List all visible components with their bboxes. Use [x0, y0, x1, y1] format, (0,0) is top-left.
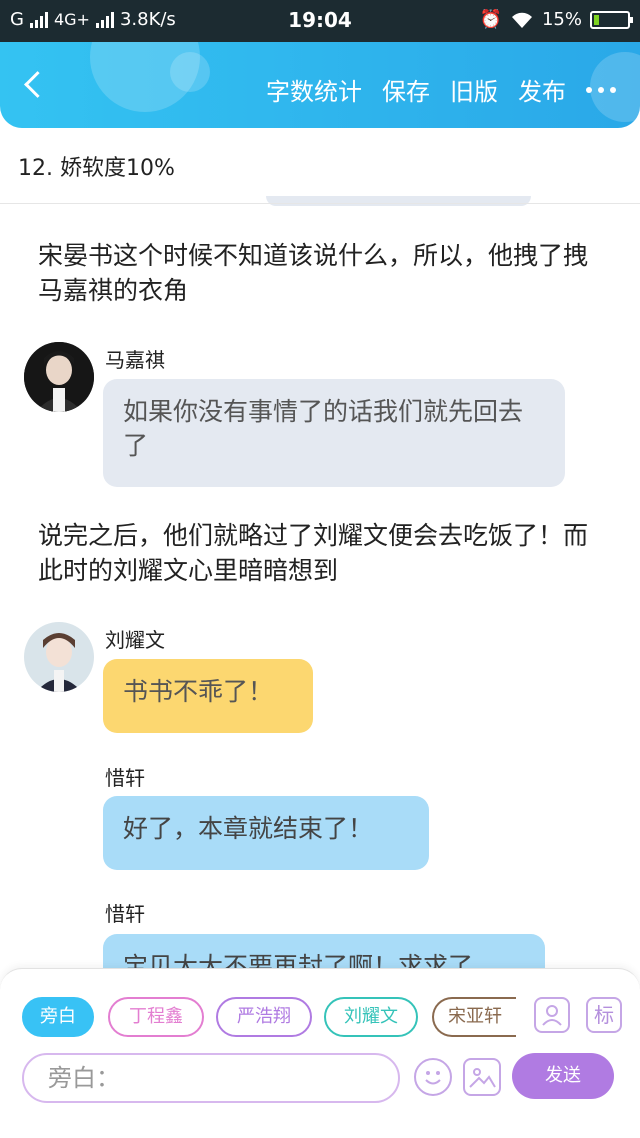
word-count-button[interactable]: 字数统计 [266, 72, 362, 107]
publish-button[interactable]: 发布 [518, 72, 566, 107]
emoji-icon[interactable] [414, 1058, 452, 1096]
message-bubble[interactable]: 好了，本章就结束了！ [103, 796, 429, 870]
chip-narration[interactable]: 旁白 [22, 997, 94, 1037]
decorative-bubble [170, 52, 210, 92]
old-version-button[interactable]: 旧版 [450, 72, 498, 107]
character-icon[interactable] [534, 997, 570, 1033]
mark-icon[interactable]: 标 [586, 997, 622, 1033]
chip-character[interactable]: 刘耀文 [324, 997, 418, 1037]
narration-text[interactable]: 宋晏书这个时候不知道该说什么，所以，他拽了拽马嘉祺的衣角 [38, 238, 604, 308]
image-icon[interactable] [463, 1058, 501, 1096]
chip-character[interactable]: 丁程鑫 [108, 997, 204, 1037]
speaker-name: 马嘉祺 [105, 348, 165, 372]
battery-percent: 15% [541, 9, 582, 30]
narration-text[interactable]: 说完之后，他们就略过了刘耀文便会去吃饭了！而此时的刘耀文心里暗暗想到 [38, 518, 604, 588]
composer-panel: 旁白 丁程鑫 严浩翔 刘耀文 宋亚轩 标 旁白： 发送 [0, 968, 640, 1138]
avatar [24, 342, 94, 412]
chapter-title[interactable]: 12. 娇软度10% [18, 150, 175, 182]
editor-header: 字数统计 保存 旧版 发布 [0, 42, 640, 128]
chip-character[interactable]: 宋亚轩 [432, 997, 516, 1037]
send-button[interactable]: 发送 [512, 1053, 614, 1099]
more-icon[interactable] [586, 78, 616, 102]
status-bar: G 4G+ 3.8K/s 19:04 ⏰ 15% [0, 0, 640, 42]
speaker-name: 惜轩 [105, 902, 145, 926]
save-button[interactable]: 保存 [382, 72, 430, 107]
speaker-name: 刘耀文 [105, 628, 165, 652]
alarm-icon: ⏰ [479, 9, 502, 30]
previous-bubble-edge [266, 196, 531, 206]
back-icon[interactable] [20, 70, 50, 100]
divider [0, 203, 640, 204]
message-bubble[interactable]: 如果你没有事情了的话我们就先回去了 [103, 379, 565, 487]
message-bubble[interactable]: 书书不乖了！ [103, 659, 313, 733]
speaker-name: 惜轩 [105, 766, 145, 790]
message-input[interactable]: 旁白： [22, 1053, 400, 1103]
wifi-icon [511, 12, 532, 28]
chip-character[interactable]: 严浩翔 [216, 997, 312, 1037]
battery-icon [590, 10, 633, 29]
avatar [24, 622, 94, 692]
